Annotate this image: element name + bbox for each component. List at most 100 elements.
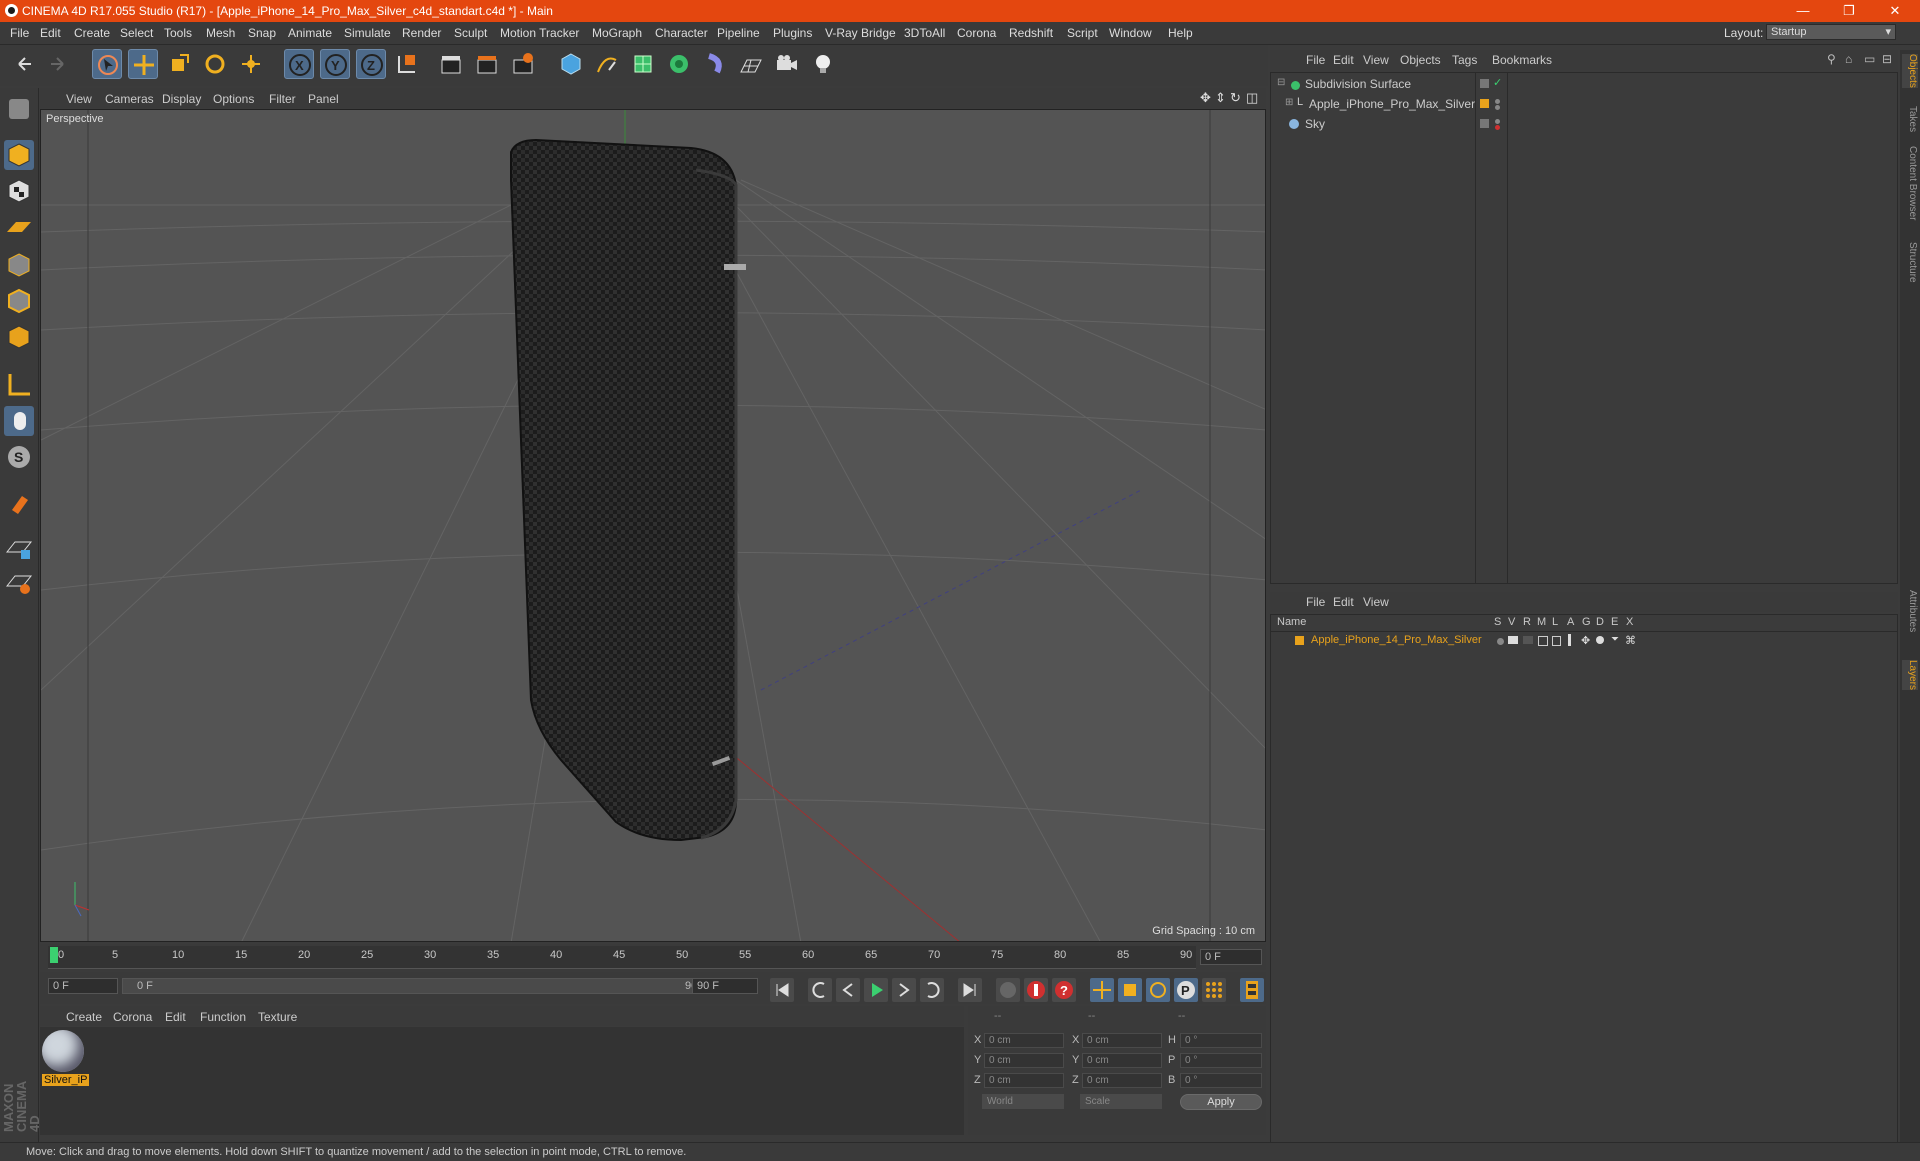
model-mode-button[interactable]: [4, 140, 34, 170]
next-key-button[interactable]: [920, 978, 944, 1002]
object-menu-file[interactable]: File: [1306, 53, 1325, 67]
enabled-check-icon[interactable]: ✓: [1493, 76, 1502, 89]
go-to-start-button[interactable]: [770, 978, 794, 1002]
material-menu-create[interactable]: Create: [66, 1010, 102, 1024]
viewport-nav-zoom-icon[interactable]: ⇕: [1215, 90, 1226, 106]
rot-p-field[interactable]: 0 °: [1180, 1053, 1262, 1068]
subdivision-surface-button[interactable]: [628, 49, 658, 79]
solo-toggle-icon[interactable]: [1497, 638, 1504, 645]
viewport-menu-cameras[interactable]: Cameras: [105, 92, 154, 106]
menu-help[interactable]: Help: [1168, 26, 1193, 40]
frame-range-slider[interactable]: 0 F 90 F: [122, 978, 722, 994]
viewport-toggle-layout-icon[interactable]: ◫: [1246, 90, 1258, 106]
menu-pipeline[interactable]: Pipeline: [717, 26, 760, 40]
deformers-toggle-icon[interactable]: [1596, 636, 1604, 644]
transform-tool-button[interactable]: [236, 49, 266, 79]
object-row-subdivision-surface[interactable]: ⊟ Subdivision Surface ✓: [1271, 74, 1896, 94]
workplane-mode-button[interactable]: [4, 212, 34, 242]
menu-script[interactable]: Script: [1067, 26, 1098, 40]
menu-select[interactable]: Select: [120, 26, 153, 40]
points-mode-button[interactable]: [4, 250, 34, 280]
maximize-button[interactable]: ❐: [1834, 2, 1864, 20]
render-view-button[interactable]: [436, 49, 466, 79]
autokey-button[interactable]: [1024, 978, 1048, 1002]
camera-button[interactable]: [772, 49, 802, 79]
timeline-window-button[interactable]: [1240, 978, 1264, 1002]
object-menu-edit[interactable]: Edit: [1333, 53, 1354, 67]
record-keys-button[interactable]: [996, 978, 1020, 1002]
tweak-mode-button[interactable]: [4, 406, 34, 436]
coord-mode-dropdown[interactable]: World: [982, 1094, 1064, 1109]
make-editable-button[interactable]: [4, 94, 34, 124]
object-row-iphone[interactable]: ⊞ L Apple_iPhone_Pro_Max_Silver: [1271, 94, 1896, 114]
texture-mode-button[interactable]: [4, 176, 34, 206]
viewport-menu-filter[interactable]: Filter: [269, 92, 296, 106]
snap-button[interactable]: S: [4, 442, 34, 472]
rotate-tool-button[interactable]: [200, 49, 230, 79]
editor-dot-icon[interactable]: [1495, 119, 1500, 124]
menu-3dtoall[interactable]: 3DToAll: [904, 26, 945, 40]
pos-z-field[interactable]: 0 cm: [984, 1073, 1064, 1088]
edges-mode-button[interactable]: [4, 286, 34, 316]
tab-content-browser[interactable]: Content Browser: [1902, 146, 1918, 220]
timeline-ruler[interactable]: 0 5 10 15 20 25 30 35 40 45 50 55 60 65 …: [40, 944, 1266, 970]
layer-menu-file[interactable]: File: [1306, 595, 1325, 609]
collapse-icon[interactable]: ⊟: [1277, 77, 1285, 88]
generators-toggle-icon[interactable]: ✥: [1581, 634, 1590, 647]
pos-y-field[interactable]: 0 cm: [984, 1053, 1064, 1068]
coord-size-dropdown[interactable]: Scale: [1080, 1094, 1162, 1109]
z-axis-lock-button[interactable]: Z: [356, 49, 386, 79]
editor-visibility-icon[interactable]: [1480, 119, 1489, 128]
render-dot-icon[interactable]: [1495, 105, 1500, 110]
menu-mesh[interactable]: Mesh: [206, 26, 235, 40]
light-button[interactable]: [808, 49, 838, 79]
object-menu-bookmarks[interactable]: Bookmarks: [1492, 53, 1552, 67]
viewport-menu-options[interactable]: Options: [213, 92, 254, 106]
menu-create[interactable]: Create: [74, 26, 110, 40]
size-y-field[interactable]: 0 cm: [1082, 1053, 1162, 1068]
object-manager-tree[interactable]: ⊟ Subdivision Surface ✓ ⊞ L Apple_iPhone…: [1270, 72, 1898, 584]
deformer-button[interactable]: [700, 49, 730, 79]
start-frame-field[interactable]: 0 F: [48, 978, 118, 994]
menu-redshift[interactable]: Redshift: [1009, 26, 1053, 40]
new-window-icon[interactable]: ▭: [1864, 52, 1875, 66]
menu-render[interactable]: Render: [402, 26, 441, 40]
home-icon[interactable]: ⌂: [1845, 52, 1852, 66]
menu-mograph[interactable]: MoGraph: [592, 26, 642, 40]
view-toggle-icon[interactable]: [1508, 636, 1518, 644]
object-menu-view[interactable]: View: [1363, 53, 1389, 67]
lock-toggle-icon[interactable]: [1552, 636, 1561, 646]
layer-menu-edit[interactable]: Edit: [1333, 595, 1354, 609]
render-dot-icon[interactable]: [1495, 125, 1500, 130]
axis-mode-button[interactable]: [4, 370, 34, 400]
lock-workplane-button[interactable]: [4, 534, 34, 564]
tab-layers[interactable]: Layers: [1902, 660, 1918, 691]
menu-file[interactable]: File: [10, 26, 29, 40]
expressions-toggle-icon[interactable]: ⏷: [1611, 634, 1619, 645]
search-icon[interactable]: ⚲: [1827, 52, 1836, 66]
rot-b-field[interactable]: 0 °: [1180, 1073, 1262, 1088]
previous-frame-button[interactable]: [836, 978, 860, 1002]
scale-key-button[interactable]: [1118, 978, 1142, 1002]
material-name-label[interactable]: Silver_iP: [42, 1074, 90, 1086]
iphone-model[interactable]: [510, 138, 737, 842]
go-to-end-button[interactable]: [958, 978, 982, 1002]
next-frame-button[interactable]: [892, 978, 916, 1002]
minimize-button[interactable]: —: [1788, 2, 1818, 20]
object-row-sky[interactable]: Sky: [1271, 114, 1896, 134]
editor-visibility-icon[interactable]: [1480, 79, 1489, 88]
menu-corona[interactable]: Corona: [957, 26, 996, 40]
play-button[interactable]: [864, 978, 888, 1002]
menu-snap[interactable]: Snap: [248, 26, 276, 40]
apply-button[interactable]: Apply: [1180, 1094, 1262, 1110]
manager-toggle-icon[interactable]: [1538, 636, 1548, 646]
menu-tools[interactable]: Tools: [164, 26, 192, 40]
material-menu-function[interactable]: Function: [200, 1010, 246, 1024]
cloner-button[interactable]: [664, 49, 694, 79]
current-frame-field[interactable]: 0 F: [1200, 949, 1262, 965]
menu-plugins[interactable]: Plugins: [773, 26, 812, 40]
layer-menu-view[interactable]: View: [1363, 595, 1389, 609]
position-key-button[interactable]: [1090, 978, 1114, 1002]
parameter-key-button[interactable]: P: [1174, 978, 1198, 1002]
size-z-field[interactable]: 0 cm: [1082, 1073, 1162, 1088]
